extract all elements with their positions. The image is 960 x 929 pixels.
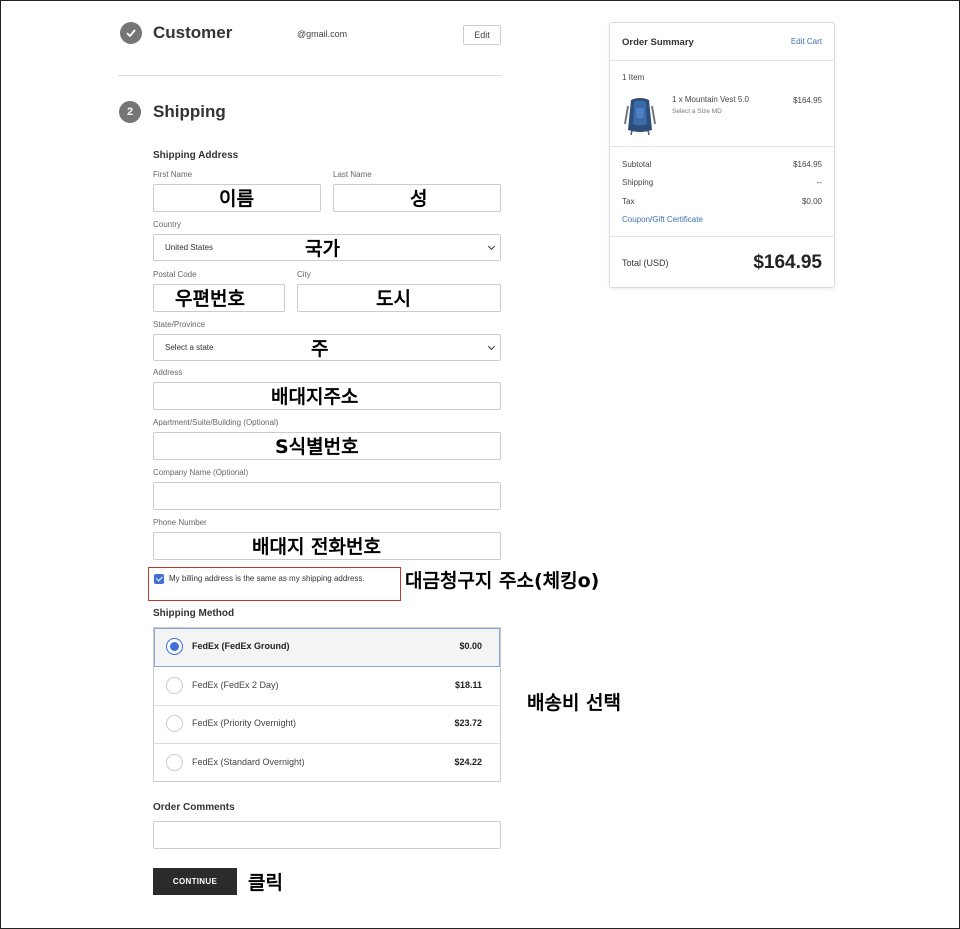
radio-icon[interactable] <box>166 715 183 732</box>
divider <box>610 236 834 237</box>
billing-same-checkbox[interactable] <box>154 574 164 584</box>
address-annotation: 배대지주소 <box>271 386 359 408</box>
address-label: Address <box>153 368 183 377</box>
shipping-step-title: Shipping <box>153 102 226 121</box>
chevron-down-icon <box>487 242 496 251</box>
tax-value: $0.00 <box>801 197 822 206</box>
shipping-option-fedex-2-day[interactable]: FedEx (FedEx 2 Day) $18.11 <box>154 667 500 706</box>
city-annotation: 도시 <box>376 288 411 310</box>
radio-icon[interactable] <box>166 677 183 694</box>
shipping-option-priority-overnight[interactable]: FedEx (Priority Overnight) $23.72 <box>154 705 500 744</box>
continue-annotation: 클릭 <box>248 872 283 894</box>
chevron-down-icon <box>487 342 496 351</box>
shipping-option-name: FedEx (FedEx Ground) <box>192 641 290 651</box>
item-variant: Select a Size MD <box>672 108 722 115</box>
shipping-option-name: FedEx (FedEx 2 Day) <box>192 680 279 690</box>
edit-customer-button[interactable]: Edit <box>463 25 501 45</box>
shipping-address-heading: Shipping Address <box>153 150 239 161</box>
shipping-option-price: $24.22 <box>454 757 482 767</box>
item-name: 1 x Mountain Vest 5.0 <box>672 95 749 104</box>
country-label: Country <box>153 220 182 229</box>
postal-code-label: Postal Code <box>153 270 197 279</box>
order-comments-heading: Order Comments <box>153 802 235 813</box>
shipping-method-heading: Shipping Method <box>153 608 235 619</box>
customer-step-title: Customer <box>153 23 233 42</box>
company-label: Company Name (Optional) <box>153 468 249 477</box>
last-name-label: Last Name <box>333 170 372 179</box>
subtotal-label: Subtotal <box>622 160 652 169</box>
check-icon <box>155 574 163 582</box>
item-price: $164.95 <box>793 96 822 105</box>
billing-same-label[interactable]: My billing address is the same as my shi… <box>169 574 365 583</box>
step-complete-check-icon <box>120 22 142 44</box>
divider <box>610 60 834 61</box>
phone-annotation: 배대지 전화번호 <box>252 536 381 558</box>
divider <box>610 146 834 147</box>
state-value: Select a state <box>165 343 214 352</box>
backpack-vest-image <box>622 94 658 136</box>
shipping-option-price: $23.72 <box>454 718 482 728</box>
postal-code-annotation: 우편번호 <box>175 288 245 310</box>
shipping-option-standard-overnight[interactable]: FedEx (Standard Overnight) $24.22 <box>154 744 500 783</box>
apartment-annotation: S식별번호 <box>275 436 359 458</box>
shipping-option-name: FedEx (Standard Overnight) <box>192 757 305 767</box>
order-summary-title: Order Summary <box>622 37 694 48</box>
radio-selected-icon[interactable] <box>166 638 183 655</box>
phone-label: Phone Number <box>153 518 207 527</box>
shipping-option-fedex-ground[interactable]: FedEx (FedEx Ground) $0.00 <box>154 628 500 667</box>
country-annotation: 국가 <box>305 238 340 260</box>
city-label: City <box>297 270 311 279</box>
first-name-label: First Name <box>153 170 193 179</box>
shipping-cost-value: -- <box>816 178 822 187</box>
country-value: United States <box>165 243 214 252</box>
item-count: 1 Item <box>622 73 645 82</box>
coupon-link[interactable]: Coupon/Gift Certificate <box>622 215 703 224</box>
state-label: State/Province <box>153 320 206 329</box>
company-field[interactable] <box>153 482 501 510</box>
billing-annotation: 대금청구지 주소(체킹o) <box>405 570 600 592</box>
shipping-cost-label: Shipping <box>622 178 654 187</box>
first-name-annotation: 이름 <box>219 188 254 210</box>
shipping-method-annotation: 배송비 선택 <box>527 692 622 714</box>
state-annotation: 주 <box>311 338 329 360</box>
edit-cart-link[interactable]: Edit Cart <box>791 37 822 46</box>
total-value: $164.95 <box>753 252 822 273</box>
apartment-label: Apartment/Suite/Building (Optional) <box>153 418 279 427</box>
step-number-badge: 2 <box>119 101 141 123</box>
shipping-method-list: FedEx (FedEx Ground) $0.00 FedEx (FedEx … <box>153 627 501 782</box>
shipping-option-price: $0.00 <box>459 641 482 651</box>
tax-label: Tax <box>622 197 635 206</box>
order-comments-field[interactable] <box>153 821 501 849</box>
billing-highlight-box <box>148 567 401 601</box>
radio-icon[interactable] <box>166 754 183 771</box>
last-name-annotation: 성 <box>410 188 428 210</box>
subtotal-value: $164.95 <box>793 160 822 169</box>
customer-email: @gmail.com <box>297 29 348 39</box>
continue-button[interactable]: CONTINUE <box>153 868 237 895</box>
shipping-option-name: FedEx (Priority Overnight) <box>192 718 297 728</box>
order-summary-panel: Order Summary Edit Cart 1 Item 1 x Mount… <box>609 22 835 288</box>
divider <box>118 75 502 76</box>
shipping-option-price: $18.11 <box>454 680 482 690</box>
total-label: Total (USD) <box>622 258 669 268</box>
